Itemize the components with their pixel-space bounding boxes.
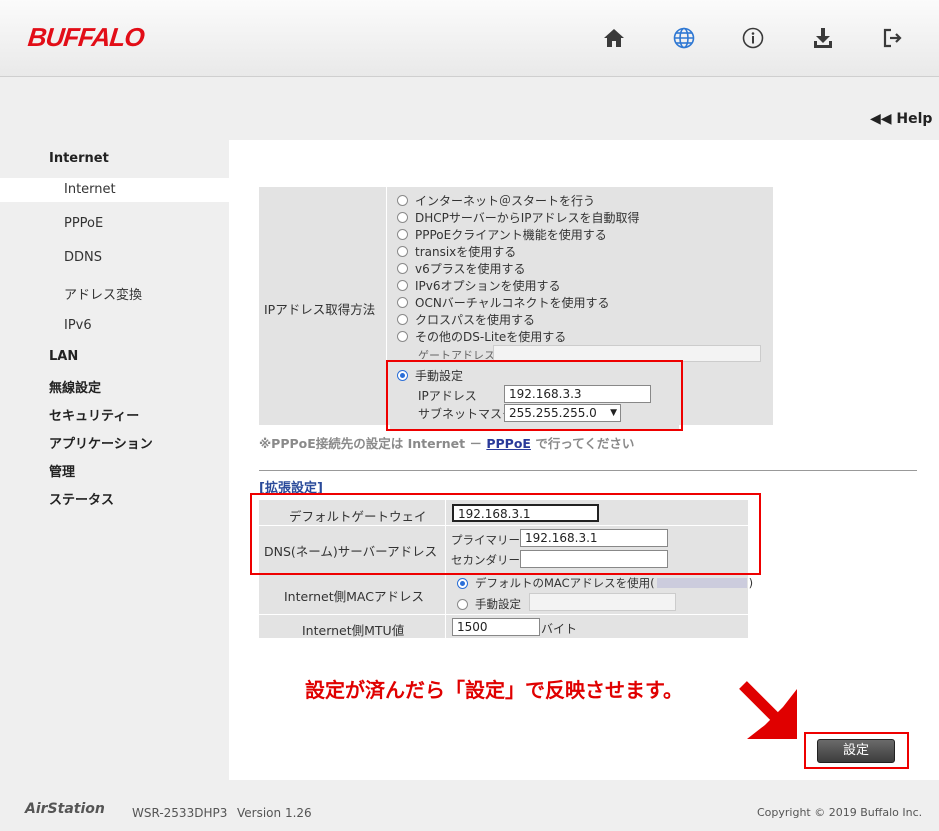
option-pppoe-client[interactable]: PPPoEクライアント機能を使用する — [397, 226, 607, 243]
option-crosspath[interactable]: クロスパスを使用する — [397, 311, 535, 328]
highlight-box-submit — [804, 732, 909, 769]
masked-mac-value — [656, 578, 747, 588]
globe-icon[interactable] — [667, 22, 701, 54]
mtu-label: Internet側MTU値 — [302, 623, 405, 638]
nav-item-ipv6[interactable]: IPv6 — [64, 318, 92, 333]
info-icon[interactable] — [736, 22, 770, 54]
radio-button[interactable] — [397, 229, 408, 240]
pppoe-note: ※PPPoE接続先の設定は Internet － PPPoE で行ってください — [259, 436, 635, 451]
ip-method-label: IPアドレス取得方法 — [264, 302, 376, 317]
option-dhcp[interactable]: DHCPサーバーからIPアドレスを自動取得 — [397, 209, 640, 226]
radio-button[interactable] — [397, 280, 408, 291]
radio-button[interactable] — [397, 263, 408, 274]
nav-section-lan[interactable]: LAN — [49, 349, 78, 364]
option-default-mac[interactable]: デフォルトのMACアドレスを使用() — [457, 577, 753, 589]
download-icon[interactable] — [806, 22, 840, 54]
option-ocn-virtual-connect[interactable]: OCNバーチャルコネクトを使用する — [397, 294, 609, 311]
option-v6plus[interactable]: v6プラスを使用する — [397, 260, 526, 277]
mtu-unit: バイト — [541, 622, 578, 636]
radio-button-selected[interactable] — [457, 577, 468, 589]
option-ipv6-option[interactable]: IPv6オプションを使用する — [397, 277, 561, 294]
gateway-address-label: ゲートアドレス — [418, 349, 495, 359]
pppoe-link[interactable]: PPPoE — [486, 436, 531, 451]
radio-button[interactable] — [457, 598, 468, 610]
top-header: BUFFALO — [0, 0, 939, 77]
double-chevron-left-icon: ◀◀ — [870, 111, 897, 127]
radio-button[interactable] — [397, 212, 408, 223]
highlight-box-advanced — [250, 493, 761, 575]
nav-item-internet[interactable]: Internet — [64, 182, 116, 197]
option-internet-start[interactable]: インターネット＠スタートを行う — [397, 192, 595, 209]
help-link[interactable]: ◀◀ Help — [870, 111, 932, 127]
highlight-box-manual — [386, 360, 683, 431]
nav-item-ddns[interactable]: DDNS — [64, 250, 102, 265]
firmware-version: Version 1.26 — [237, 806, 312, 820]
option-other-ds-lite[interactable]: その他のDS-Liteを使用する — [397, 328, 566, 345]
radio-button[interactable] — [397, 195, 408, 206]
arrow-down-right-icon — [739, 681, 797, 739]
nav-section-security[interactable]: セキュリティー — [49, 405, 139, 424]
option-manual-mac[interactable]: 手動設定 — [457, 596, 521, 612]
home-icon[interactable] — [597, 22, 631, 54]
radio-button[interactable] — [397, 331, 408, 342]
logout-icon[interactable] — [876, 22, 910, 54]
option-transix[interactable]: transixを使用する — [397, 243, 516, 260]
nav-section-internet[interactable]: Internet — [49, 151, 109, 166]
copyright: Copyright © 2019 Buffalo Inc. — [757, 806, 923, 819]
annotation-text: 設定が済んだら「設定」で反映させます。 — [305, 678, 683, 702]
mtu-input[interactable]: 1500 — [452, 618, 540, 636]
nav-section-wireless[interactable]: 無線設定 — [49, 377, 101, 396]
model-name: WSR-2533DHP3 — [132, 806, 228, 820]
airstation-logo: AirStation — [25, 801, 105, 817]
nav-section-admin[interactable]: 管理 — [49, 461, 75, 480]
radio-button[interactable] — [397, 297, 408, 308]
buffalo-logo: BUFFALO — [26, 22, 146, 52]
nav-section-status[interactable]: ステータス — [49, 489, 114, 508]
mac-address-label: Internet側MACアドレス — [284, 589, 424, 604]
manual-mac-input[interactable] — [529, 593, 676, 611]
nav-item-pppoe[interactable]: PPPoE — [64, 216, 103, 231]
nav-item-address-translation[interactable]: アドレス変換 — [64, 284, 142, 303]
nav-section-application[interactable]: アプリケーション — [49, 433, 153, 452]
radio-button[interactable] — [397, 314, 408, 325]
radio-button[interactable] — [397, 246, 408, 257]
